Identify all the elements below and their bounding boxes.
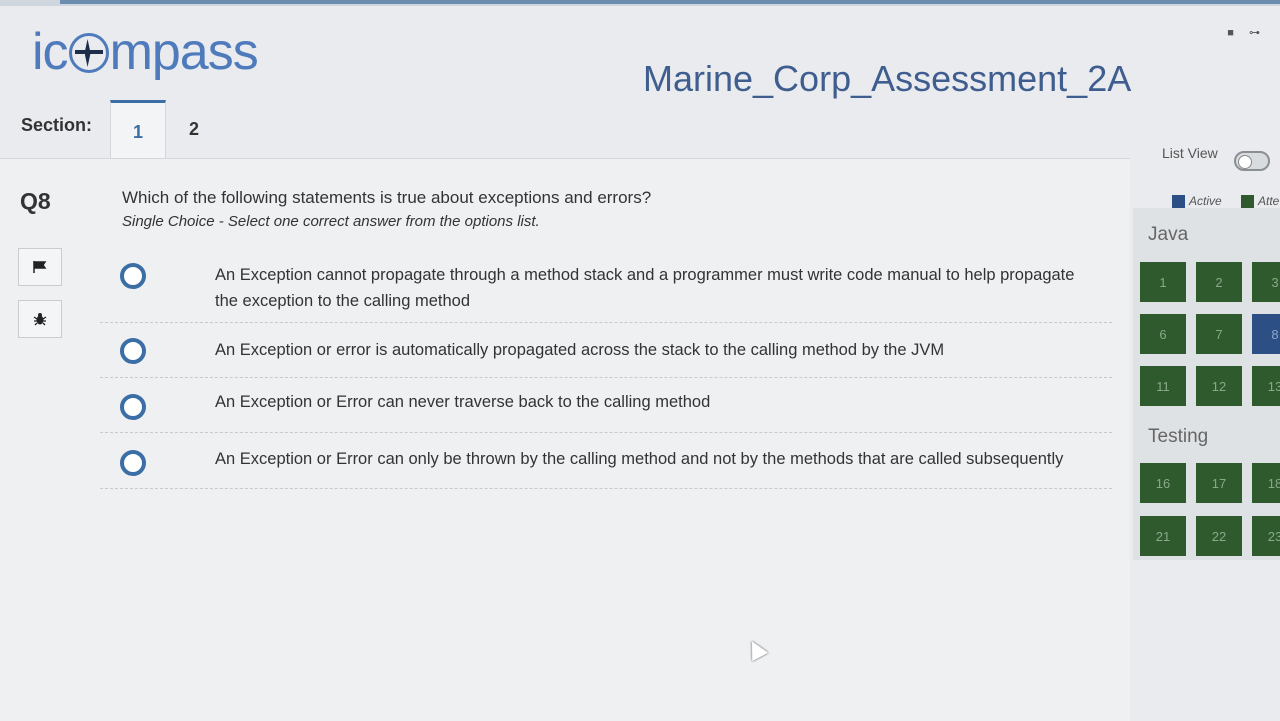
question-box-current[interactable]: 8 bbox=[1252, 314, 1280, 354]
radio-button[interactable] bbox=[120, 338, 146, 364]
group-label-testing: Testing bbox=[1148, 426, 1209, 447]
legend-label: Atte bbox=[1258, 194, 1280, 208]
option-text: An Exception or Error can never traverse… bbox=[215, 393, 711, 411]
section-tab-1[interactable]: 1 bbox=[110, 100, 166, 161]
section-label: Section: bbox=[21, 115, 93, 135]
section-tab-2[interactable]: 2 bbox=[167, 100, 221, 158]
question-box[interactable]: 23 bbox=[1252, 516, 1280, 556]
flag-icon bbox=[33, 261, 47, 273]
radio-button[interactable] bbox=[120, 394, 146, 420]
legend-swatch bbox=[1241, 194, 1254, 208]
legend-attempted: Atte bbox=[1241, 194, 1279, 208]
question-box[interactable]: 2 bbox=[1196, 262, 1242, 302]
window-icons: ■ ⊶ bbox=[1227, 27, 1266, 39]
answer-option-4[interactable]: An Exception or Error can only be thrown… bbox=[100, 432, 1112, 489]
top-bar bbox=[0, 0, 1280, 6]
question-box[interactable]: 1 bbox=[1140, 262, 1186, 302]
question-box[interactable]: 12 bbox=[1196, 366, 1242, 406]
option-text: An Exception or Error can only be thrown… bbox=[215, 450, 1064, 468]
report-bug-button[interactable] bbox=[18, 300, 62, 338]
question-box[interactable]: 21 bbox=[1140, 516, 1186, 556]
question-text: Which of the following statements is tru… bbox=[122, 188, 652, 207]
logo: ic mpass bbox=[32, 23, 259, 81]
legend-active: Active bbox=[1172, 194, 1222, 208]
question-box[interactable]: 3 bbox=[1252, 262, 1280, 302]
radio-button[interactable] bbox=[120, 263, 146, 289]
answer-option-2[interactable]: An Exception or error is automatically p… bbox=[100, 322, 1112, 378]
option-text: An Exception or error is automatically p… bbox=[215, 341, 945, 359]
radio-button[interactable] bbox=[120, 450, 146, 476]
compass-icon bbox=[68, 33, 109, 73]
question-subtitle: Single Choice - Select one correct answe… bbox=[122, 213, 540, 230]
list-view-toggle[interactable] bbox=[1234, 151, 1270, 171]
legend-swatch bbox=[1172, 194, 1185, 208]
assessment-title: Marine_Corp_Assessment_2A bbox=[643, 58, 1132, 99]
question-box[interactable]: 6 bbox=[1140, 314, 1186, 354]
question-box[interactable]: 7 bbox=[1196, 314, 1242, 354]
question-box[interactable]: 18 bbox=[1252, 463, 1280, 503]
answer-option-1[interactable]: An Exception cannot propagate through a … bbox=[100, 258, 1112, 323]
question-box[interactable]: 13 bbox=[1252, 366, 1280, 406]
flag-button[interactable] bbox=[18, 248, 62, 286]
question-box[interactable]: 16 bbox=[1140, 463, 1186, 503]
question-box[interactable]: 11 bbox=[1140, 366, 1186, 406]
list-view-label: List View bbox=[1162, 145, 1218, 161]
answer-option-3[interactable]: An Exception or Error can never traverse… bbox=[100, 377, 1112, 433]
question-box[interactable]: 17 bbox=[1196, 463, 1242, 503]
legend-label: Active bbox=[1189, 194, 1222, 208]
option-text: An Exception cannot propagate through a … bbox=[215, 266, 1075, 310]
top-accent-bar bbox=[60, 0, 1280, 4]
group-label-java: Java bbox=[1148, 224, 1189, 245]
question-number: Q8 bbox=[20, 188, 51, 214]
question-box[interactable]: 22 bbox=[1196, 516, 1242, 556]
bug-icon bbox=[33, 313, 47, 326]
